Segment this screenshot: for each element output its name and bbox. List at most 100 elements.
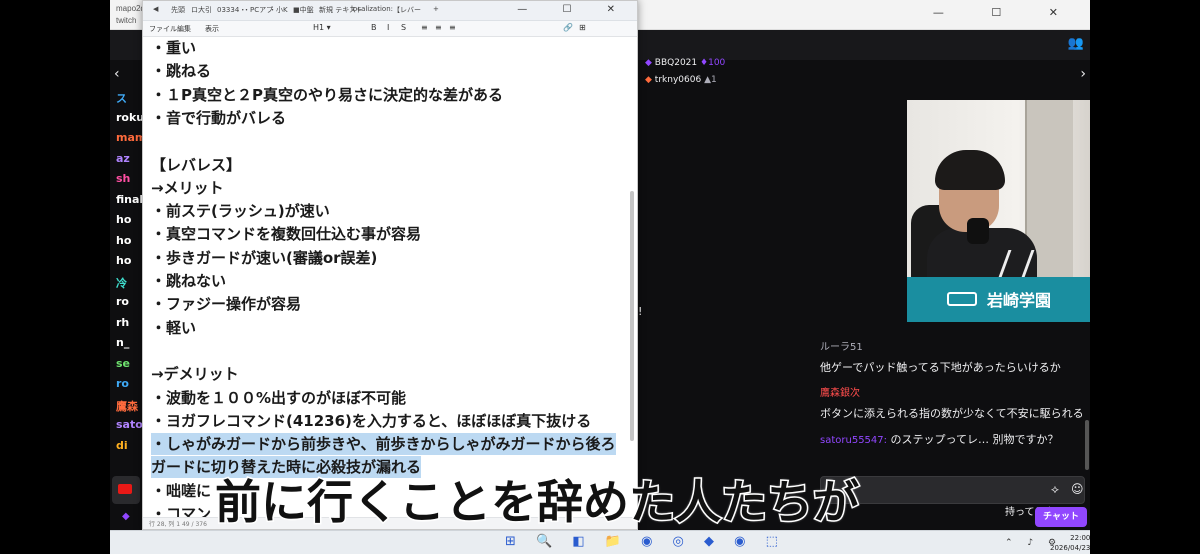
editor-window-controls[interactable]: — ☐ ✕ xyxy=(517,4,631,15)
sidebar-channel[interactable]: az xyxy=(116,152,130,172)
collapse-chat-icon[interactable]: › xyxy=(1080,66,1086,82)
editor-text-line[interactable]: ・重い xyxy=(151,37,196,59)
editor-tab[interactable]: + xyxy=(433,5,439,13)
cam-banner-text: 岩崎学園 xyxy=(987,291,1052,310)
editor-text-line[interactable]: ・咄嗟に xyxy=(151,480,211,502)
editor-tab[interactable]: ◀ xyxy=(153,5,158,13)
editor-text-line[interactable]: ・跳ねる xyxy=(151,60,211,82)
editor-menu-item[interactable]: ファイル xyxy=(149,24,177,34)
sidebar-channel[interactable]: 鷹森 xyxy=(116,398,138,418)
sidebar-channel[interactable]: ro xyxy=(116,295,129,315)
editor-tab[interactable]: 【レバー xyxy=(393,5,421,15)
windows-taskbar: ⊞ 🔍 ◧ 📁 ◉ ◎ ◆ ◉ ⬚ ⌃ ♪ ⚙ 22:00 2026/04/23 xyxy=(110,530,1090,554)
editor-text-line[interactable]: ・波動を１００%出すのがほぼ不可能 xyxy=(151,387,406,409)
sidebar-channel[interactable]: sh xyxy=(116,172,130,192)
chat-message: 鷹森銀次 ボタンに添えられる指の数が少なくて不安に駆られる xyxy=(820,384,1090,424)
emote-icon[interactable]: ☺ xyxy=(1071,482,1084,496)
sidebar-channel[interactable]: ス xyxy=(116,90,127,110)
editor-text-line[interactable]: ・軽い xyxy=(151,317,196,339)
editor-text-line[interactable]: ・ファジー操作が容易 xyxy=(151,293,301,315)
editor-text-line[interactable]: →デメリット xyxy=(151,363,239,385)
editor-text-line[interactable]: ・前ステ(ラッシュ)が速い xyxy=(151,200,330,222)
chat-input[interactable]: ⟡ ☺ xyxy=(820,476,1085,504)
editor-tab[interactable]: localization: xyxy=(351,5,393,13)
sidebar-channel[interactable]: ho xyxy=(116,234,131,254)
followed-channels-sidebar: ス roku mam az sh final ho ho ho 冷 ro rh n_ se ro 鷹森 sato… xyxy=(110,90,146,470)
webcam-overlay: 岩崎学園 xyxy=(907,100,1090,322)
sidebar-channel[interactable]: rh xyxy=(116,316,129,336)
sidebar-channel[interactable]: ho xyxy=(116,213,131,233)
editor-document[interactable]: ・重い ・跳ねる ・１P真空と２P真空のやり易さに決定的な差がある ・音で行動がバレる… xyxy=(143,37,627,517)
editor-tab[interactable]: ロ大引 xyxy=(191,5,212,15)
video-subtitle: 前に行くことを辞めた人たちが xyxy=(214,474,861,531)
editor-text-line[interactable]: ・真空コマンドを複数回仕込む事が容易 xyxy=(151,223,421,245)
chat-message: satoru55547: のステップってレ… 別物ですか？ xyxy=(820,430,1090,451)
school-logo-icon xyxy=(947,292,977,306)
chat-message: ルーラ51 他ゲーでパッド触ってる下地があったらいけるか xyxy=(820,338,1090,378)
chat-text: ボタンに添えられる指の数が少なくて不安に駆られる xyxy=(820,407,1084,420)
supporter-name: BBQ2021 xyxy=(654,58,698,68)
chat-send-button[interactable]: チャット xyxy=(1035,507,1087,527)
supporter-row[interactable]: ◆ trkny0606 ▲1 xyxy=(645,72,725,89)
sidebar-channel[interactable]: se xyxy=(116,357,130,377)
editor-text-line[interactable]: ・音で行動がバレる xyxy=(151,107,286,129)
sidebar-channel[interactable]: final xyxy=(116,193,143,213)
editor-toolbar-button[interactable]: ≡ xyxy=(421,23,428,32)
editor-toolbar-button[interactable]: ≡ xyxy=(449,23,456,32)
supporter-row[interactable]: ◆ BBQ2021 ♦100 xyxy=(645,55,725,72)
top-supporters: ◆ BBQ2021 ♦100 ◆ trkny0606 ▲1 xyxy=(645,55,725,89)
gem-icon: ◆ xyxy=(122,511,130,522)
markdown-editor-window: — ☐ ✕ ◀ 先頭 ロ大引 03334・ ・PCアプ ・小K ■中盤 新規 テキスト loca… xyxy=(142,0,638,530)
sidebar-channel[interactable]: ho xyxy=(116,254,131,274)
editor-toolbar-button[interactable]: 🔗 xyxy=(563,23,573,32)
chat-username[interactable]: 鷹森銀次 xyxy=(820,384,1090,404)
taskbar-clock[interactable]: 22:00 2026/04/23 xyxy=(1050,533,1090,553)
clock-date: 2026/04/23 xyxy=(1050,544,1090,552)
editor-toolbar-button[interactable]: B xyxy=(371,23,377,32)
editor-scrollbar[interactable] xyxy=(630,191,634,441)
editor-toolbar-button[interactable]: H1 ▾ xyxy=(313,23,331,32)
collapse-sidebar-icon[interactable]: ‹ xyxy=(114,66,120,82)
camera-icon[interactable] xyxy=(118,484,132,494)
editor-text-line[interactable]: ・１P真空と２P真空のやり易さに決定的な差がある xyxy=(151,84,503,106)
editor-text-line[interactable]: 【レバレス】 xyxy=(151,154,241,176)
chat-username[interactable]: ルーラ51 xyxy=(820,338,1090,358)
editor-tab[interactable]: 03334・ xyxy=(217,5,246,15)
microphone-icon xyxy=(967,218,989,244)
taskbar-app-icons[interactable]: ⊞ 🔍 ◧ 📁 ◉ ◎ ◆ ◉ ⬚ xyxy=(505,534,786,549)
sidebar-channel[interactable]: ro xyxy=(116,377,129,397)
browser-window-controls[interactable]: — ☐ ✕ xyxy=(933,6,1080,19)
editor-text-line[interactable]: →メリット xyxy=(151,177,224,199)
editor-toolbar-button[interactable]: ≡ xyxy=(435,23,442,32)
editor-text-line[interactable]: ・コマン xyxy=(151,503,211,517)
supporter-name: trkny0606 xyxy=(654,75,702,85)
alert-mark: ! xyxy=(638,305,643,318)
chat-username[interactable]: satoru55547: xyxy=(820,435,887,446)
bits-icon[interactable]: ⟡ xyxy=(1051,482,1059,497)
editor-menu-item[interactable]: 編集 xyxy=(177,24,191,34)
editor-tab[interactable]: ■中盤 xyxy=(293,5,314,15)
editor-tab[interactable]: ・小K xyxy=(269,5,288,15)
editor-text-line[interactable]: ・しゃがみガードから前歩きや、前歩きからしゃがみガードから後ろ xyxy=(151,433,616,456)
sidebar-channel[interactable]: n_ xyxy=(116,336,129,356)
chat-text: のステップってレ… 別物ですか？ xyxy=(890,433,1059,446)
community-icon[interactable]: 👥 xyxy=(1068,36,1084,51)
sidebar-channel[interactable]: 冷 xyxy=(116,275,127,295)
editor-text-line[interactable]: ・跳ねない xyxy=(151,270,226,292)
gem-icon: ◆ xyxy=(645,58,652,68)
chat-text: 他ゲーでパッド触ってる下地があったらいけるか xyxy=(820,361,1061,374)
chat-scrollbar[interactable] xyxy=(1085,420,1089,470)
sidebar-channel[interactable]: di xyxy=(116,439,128,459)
editor-toolbar-button[interactable]: I xyxy=(387,23,389,32)
sidebar-channel[interactable]: roku xyxy=(116,111,144,131)
editor-text-line[interactable]: ・ヨガフレコマンド(41236)を入力すると、ほぼほぼ真下抜ける xyxy=(151,410,591,432)
sidebar-channel[interactable]: sato xyxy=(116,418,143,438)
editor-tabbar: — ☐ ✕ ◀ 先頭 ロ大引 03334・ ・PCアプ ・小K ■中盤 新規 テキスト loca… xyxy=(143,1,637,21)
editor-text-line[interactable]: ・歩きガードが速い(審議or誤差) xyxy=(151,247,377,269)
editor-menu-item[interactable]: 表示 xyxy=(205,24,219,34)
editor-tab[interactable]: 先頭 xyxy=(171,5,185,15)
editor-toolbar-button[interactable]: ⊞ xyxy=(579,23,586,32)
editor-toolbar-button[interactable]: S xyxy=(401,23,406,32)
desktop-screen: mapo2d twitch — ☐ ✕ 👥 ‹ › ス roku mam az sh fi… xyxy=(110,0,1090,554)
editor-menubar: ファイル 編集 表示 H1 ▾ B I S ≡ ≡ ≡ 🔗 ⊞ xyxy=(143,21,637,37)
